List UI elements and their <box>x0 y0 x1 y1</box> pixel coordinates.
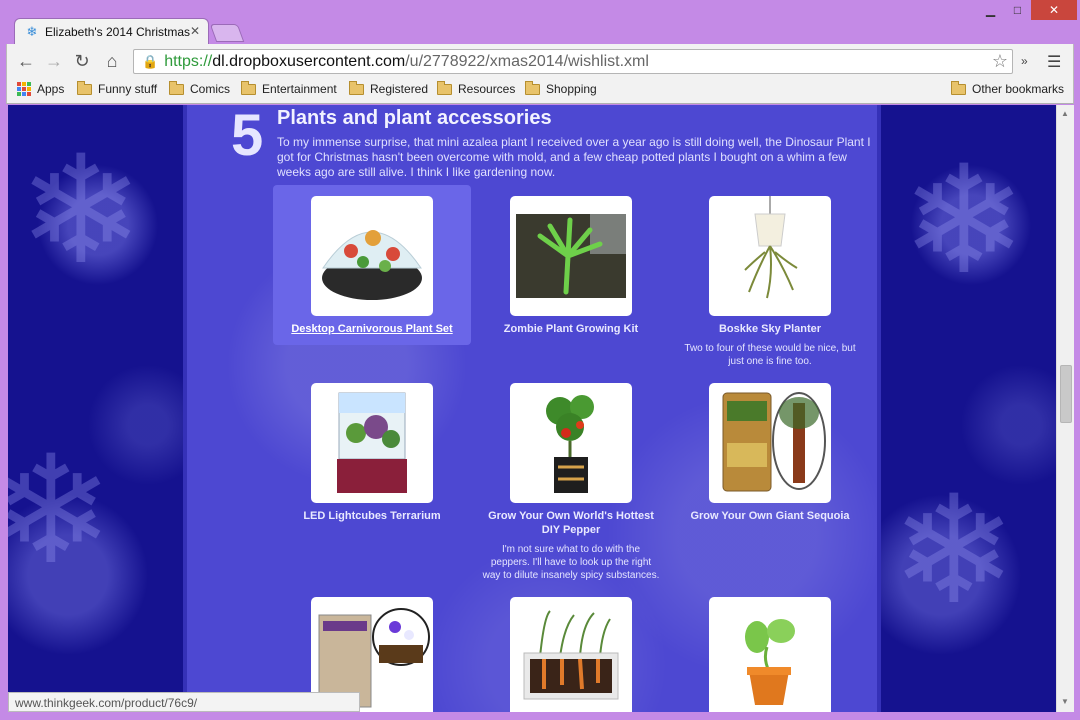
folder-icon <box>951 80 966 95</box>
browser-toolbar: ← → ↻ ⌂ 🔒 https://dl.dropboxusercontent.… <box>6 44 1074 78</box>
folder-icon <box>77 80 92 95</box>
bookmark-apps[interactable]: Apps <box>17 82 64 96</box>
bookmark-label: Comics <box>190 82 231 96</box>
browser-window: ❄ Elizabeth's 2014 Christmas ✕ ▁ □ ✕ ← →… <box>0 0 1080 720</box>
status-bar: www.thinkgeek.com/product/76c9/ <box>8 692 360 712</box>
title-bar: ❄ Elizabeth's 2014 Christmas ✕ ▁ □ ✕ <box>0 0 1080 44</box>
forward-icon[interactable]: → <box>43 51 65 73</box>
wishlist-item-giant-sequoia[interactable]: Grow Your Own Giant Sequoia <box>671 372 869 523</box>
wishlist-item-sky-planter[interactable]: Boskke Sky Planter Two to four of these … <box>671 185 869 368</box>
bookmark-label: Registered <box>370 82 429 96</box>
snowflake-icon: ❄ <box>891 466 1017 634</box>
snowflake-icon: ❄ <box>18 126 144 294</box>
product-image[interactable] <box>311 383 433 503</box>
bookmark-star-icon[interactable]: ☆ <box>992 51 1008 72</box>
product-image[interactable] <box>709 597 831 712</box>
snowflake-icon: ❄ <box>901 136 1027 304</box>
back-icon[interactable]: ← <box>15 51 37 73</box>
wishlist-content: 5 Plants and plant accessories To my imm… <box>183 105 881 712</box>
folder-icon <box>241 80 256 95</box>
wishlist-item-zombie-plant[interactable]: Zombie Plant Growing Kit <box>472 185 670 336</box>
item-name[interactable]: LED Lightcubes Terrarium <box>273 509 471 523</box>
bookmark-registered[interactable]: Registered <box>349 80 429 96</box>
close-window-icon[interactable]: ✕ <box>1031 0 1077 20</box>
product-image[interactable] <box>510 196 632 316</box>
page-scrollbar[interactable]: ▲ ▼ <box>1056 105 1074 712</box>
bookmark-label: Entertainment <box>262 82 337 96</box>
bookmarks-bar: Apps Funny stuff Comics Entertainment Re… <box>6 78 1074 104</box>
bookmark-other-bookmarks[interactable]: Other bookmarks <box>951 80 1065 96</box>
close-tab-icon[interactable]: ✕ <box>190 24 200 38</box>
window-controls: ▁ □ ✕ <box>977 0 1077 22</box>
extensions-overflow-button[interactable]: » <box>1021 54 1028 68</box>
url-protocol: https:// <box>164 52 213 70</box>
item-name[interactable]: Zombie Plant Growing Kit <box>472 322 670 336</box>
item-name-link[interactable]: Desktop Carnivorous Plant Set <box>273 322 471 336</box>
bookmark-entertainment[interactable]: Entertainment <box>241 80 337 96</box>
url-path: /u/2778922/xmas2014/wishlist.xml <box>405 52 649 70</box>
folder-icon <box>437 80 452 95</box>
menu-icon[interactable]: ☰ <box>1047 52 1061 72</box>
bookmark-label: Other bookmarks <box>972 82 1065 96</box>
right-snowflake-pattern: ❄ ❄ <box>881 105 1056 712</box>
bookmark-label: Funny stuff <box>98 82 158 96</box>
scroll-up-icon[interactable]: ▲ <box>1061 109 1069 118</box>
maximize-icon[interactable]: □ <box>1004 0 1031 20</box>
product-image[interactable] <box>311 196 433 316</box>
snowflake-icon: ❄ <box>8 426 114 594</box>
minimize-icon[interactable]: ▁ <box>977 0 1004 20</box>
page-viewport[interactable]: ❄ ❄ ❄ ❄ 5 Plants and plant accessories T… <box>8 105 1056 712</box>
apps-grid-icon <box>17 82 31 96</box>
tab-wishlist[interactable]: ❄ Elizabeth's 2014 Christmas ✕ <box>14 18 209 44</box>
wishlist-item-carnivorous[interactable]: Desktop Carnivorous Plant Set <box>273 185 471 345</box>
bookmark-shopping[interactable]: Shopping <box>525 80 597 96</box>
folder-icon <box>349 80 364 95</box>
bookmark-label: Resources <box>458 82 516 96</box>
bookmark-funny-stuff[interactable]: Funny stuff <box>77 80 158 96</box>
wishlist-item-lightcubes-terrarium[interactable]: LED Lightcubes Terrarium <box>273 372 471 523</box>
bookmark-comics[interactable]: Comics <box>169 80 231 96</box>
bookmark-resources[interactable]: Resources <box>437 80 516 96</box>
bookmark-label: Apps <box>37 82 65 96</box>
scrollbar-thumb[interactable] <box>1060 365 1072 423</box>
url-host: dl.dropboxusercontent.com <box>212 52 406 70</box>
section-title: Plants and plant accessories <box>277 107 552 129</box>
item-name[interactable]: Grow Your Own World's Hottest DIY Pepper <box>472 509 670 537</box>
product-image[interactable] <box>709 383 831 503</box>
section-description: To my immense surprise, that mini azalea… <box>277 135 871 179</box>
section-number: 5 <box>231 105 264 168</box>
wishlist-item-magic-bean[interactable] <box>671 586 869 712</box>
snowflake-icon: ❄ <box>26 23 38 39</box>
wishlist-item-root-viewer[interactable] <box>472 586 670 712</box>
item-note: Two to four of these would be nice, but … <box>684 343 856 367</box>
item-name[interactable]: Grow Your Own Giant Sequoia <box>671 509 869 523</box>
tab-title: Elizabeth's 2014 Christmas <box>45 24 191 39</box>
home-icon[interactable]: ⌂ <box>101 51 123 73</box>
folder-icon <box>169 80 184 95</box>
left-snowflake-pattern: ❄ ❄ <box>8 105 183 712</box>
item-note: I'm not sure what to do with the peppers… <box>482 544 660 581</box>
new-tab-button[interactable] <box>209 24 245 42</box>
folder-icon <box>525 80 540 95</box>
reload-icon[interactable]: ↻ <box>71 51 93 73</box>
product-image[interactable] <box>709 196 831 316</box>
scroll-down-icon[interactable]: ▼ <box>1061 697 1069 706</box>
bookmark-label: Shopping <box>546 82 597 96</box>
product-image[interactable] <box>510 383 632 503</box>
product-image[interactable] <box>510 597 632 712</box>
address-bar[interactable]: 🔒 https://dl.dropboxusercontent.com/u/27… <box>133 49 1013 74</box>
item-name[interactable]: Boskke Sky Planter <box>671 322 869 336</box>
lock-icon: 🔒 <box>142 53 159 69</box>
wishlist-item-hottest-pepper[interactable]: Grow Your Own World's Hottest DIY Pepper… <box>472 372 670 582</box>
